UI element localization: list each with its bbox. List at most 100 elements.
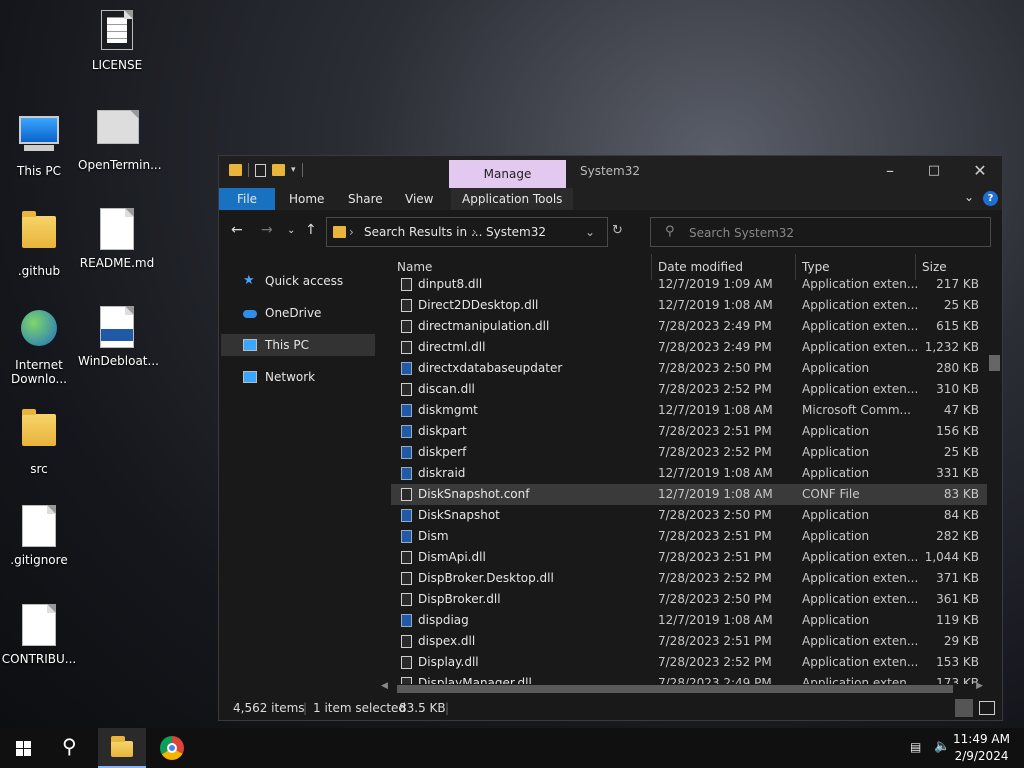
file-row[interactable]: Display.dll 7/28/2023 2:52 PM Application … — [391, 652, 987, 673]
desktop-icon-label: LICENSE — [91, 58, 143, 72]
address-dropdown-chevron-icon[interactable]: ⌄ — [585, 225, 595, 239]
scrollbar-thumb[interactable] — [397, 685, 953, 693]
desktop-icon-gitignore[interactable]: .gitignore — [0, 505, 78, 567]
application-icon — [401, 425, 412, 438]
file-type: Application — [802, 613, 870, 627]
chrome-taskbar-button[interactable] — [148, 728, 196, 768]
file-row[interactable]: directxdatabaseupdater 7/28/2023 2:50 PM A… — [391, 358, 987, 379]
powershell-script-icon — [97, 306, 137, 350]
scrollbar-thumb[interactable] — [989, 355, 1000, 371]
file-date-modified: 12/7/2019 1:08 AM — [658, 487, 773, 501]
file-icon — [401, 656, 412, 669]
file-name: diskmgmt — [418, 403, 478, 417]
nav-item-network[interactable]: Network — [221, 366, 375, 388]
breadcrumb-search-results[interactable]: Search Results in ... — [364, 225, 482, 239]
file-row[interactable]: diskraid 12/7/2019 1:08 AM Application 331 … — [391, 463, 987, 484]
search-box[interactable]: ⚲ — [650, 217, 991, 247]
volume-muted-icon[interactable]: 🔈 — [934, 739, 950, 754]
file-row[interactable]: dispdiag 12/7/2019 1:08 AM Application 119 … — [391, 610, 987, 631]
file-row[interactable]: DismApi.dll 7/28/2023 2:51 PM Application … — [391, 547, 987, 568]
file-type: Application exten... — [802, 340, 919, 354]
up-arrow-icon[interactable]: ↑ — [305, 222, 317, 238]
file-size: 156 KB — [936, 424, 979, 438]
forward-arrow-icon[interactable]: → — [261, 222, 273, 238]
file-row[interactable]: DiskSnapshot.conf 12/7/2019 1:08 AM CONF F… — [391, 484, 987, 505]
desktop-icon-label: This PC — [17, 164, 61, 178]
file-rows: dinput8.dll 12/7/2019 1:09 AM Application … — [391, 274, 987, 684]
file-row[interactable]: discan.dll 7/28/2023 2:52 PM Application e… — [391, 379, 987, 400]
file-row[interactable]: directmanipulation.dll 7/28/2023 2:49 PM A… — [391, 316, 987, 337]
horizontal-scrollbar[interactable]: ◀ ▶ — [379, 681, 985, 695]
desktop-icon-license[interactable]: LICENSE — [78, 10, 156, 72]
nav-item-this-pc[interactable]: This PC — [221, 334, 375, 356]
tab-home[interactable]: Home — [289, 188, 324, 210]
tab-application-tools[interactable]: Application Tools — [451, 188, 574, 210]
file-type: Application — [802, 445, 870, 459]
desktop-icon-openterminal[interactable]: OpenTermin... — [78, 110, 162, 172]
file-date-modified: 7/28/2023 2:51 PM — [658, 634, 772, 648]
nav-item-quick-access[interactable]: ★ Quick access — [221, 270, 375, 292]
scroll-left-arrow-icon[interactable]: ◀ — [381, 681, 388, 691]
windows-logo-icon — [16, 741, 31, 756]
desktop-icon-label: .github — [17, 264, 61, 278]
file-explorer-window: ▾ Manage System32 – □ ✕ File Home Share … — [218, 155, 1003, 721]
file-explorer-taskbar-button[interactable] — [98, 728, 146, 768]
file-row[interactable]: DiskSnapshot 7/28/2023 2:50 PM Application… — [391, 505, 987, 526]
recent-locations-chevron-icon[interactable]: ⌄ — [287, 225, 295, 236]
manage-context-tab[interactable]: Manage — [449, 160, 566, 188]
file-row[interactable]: diskpart 7/28/2023 2:51 PM Application 156 … — [391, 421, 987, 442]
help-icon[interactable]: ? — [983, 191, 998, 206]
clock[interactable]: 11:49 AM 2/9/2024 — [953, 731, 1010, 765]
file-row[interactable]: DispBroker.Desktop.dll 7/28/2023 2:52 PM A… — [391, 568, 987, 589]
file-row[interactable]: Dism 7/28/2023 2:51 PM Application 282 KB — [391, 526, 987, 547]
tab-share[interactable]: Share — [348, 188, 383, 210]
file-row[interactable]: Direct2DDesktop.dll 12/7/2019 1:08 AM Appl… — [391, 295, 987, 316]
column-header-name[interactable]: Name — [397, 260, 432, 274]
file-icon — [401, 341, 412, 354]
desktop-icon-internet-download[interactable]: Internet Downlo... — [0, 306, 78, 386]
file-size: 119 KB — [936, 613, 979, 627]
desktop-icon-this-pc[interactable]: This PC — [0, 110, 78, 178]
large-icons-view-icon[interactable] — [979, 701, 995, 715]
scroll-right-arrow-icon[interactable]: ▶ — [976, 681, 983, 691]
customize-toolbar-dropdown-icon[interactable]: ▾ — [291, 165, 296, 175]
network-icon[interactable]: ▤ — [910, 740, 921, 754]
refresh-icon[interactable]: ↻ — [612, 223, 623, 238]
properties-icon[interactable] — [255, 163, 266, 177]
tab-file[interactable]: File — [219, 188, 275, 210]
file-name: diskperf — [418, 445, 467, 459]
minimize-button[interactable]: – — [867, 156, 913, 188]
desktop-icon-github[interactable]: .github — [0, 208, 78, 278]
file-row[interactable]: directml.dll 7/28/2023 2:49 PM Application… — [391, 337, 987, 358]
start-button[interactable] — [0, 728, 48, 768]
new-folder-icon[interactable] — [272, 164, 285, 176]
desktop-icon-readme[interactable]: README.md — [78, 208, 156, 270]
breadcrumb-system32[interactable]: System32 — [486, 225, 546, 239]
column-header-size[interactable]: Size — [922, 260, 947, 274]
back-arrow-icon[interactable]: ← — [231, 222, 243, 238]
address-bar[interactable]: › Search Results in ... › System32 ⌄ ↻ — [326, 217, 623, 247]
search-input[interactable] — [687, 223, 981, 243]
desktop-icon-src[interactable]: src — [0, 406, 78, 476]
file-icon — [401, 299, 412, 312]
column-header-type[interactable]: Type — [802, 260, 830, 274]
file-row[interactable]: dispex.dll 7/28/2023 2:51 PM Application e… — [391, 631, 987, 652]
item-count: 4,562 items — [233, 701, 305, 715]
title-bar[interactable]: ▾ Manage System32 – □ ✕ — [219, 156, 1002, 188]
column-header-date-modified[interactable]: Date modified — [658, 260, 743, 274]
tab-view[interactable]: View — [405, 188, 433, 210]
application-icon — [401, 362, 412, 375]
file-row[interactable]: diskperf 7/28/2023 2:52 PM Application 25 K… — [391, 442, 987, 463]
maximize-button[interactable]: □ — [911, 156, 957, 188]
search-button[interactable]: ⚲ — [48, 728, 96, 768]
file-row[interactable]: dinput8.dll 12/7/2019 1:09 AM Application … — [391, 274, 987, 295]
file-row[interactable]: DispBroker.dll 7/28/2023 2:50 PM Applicati… — [391, 589, 987, 610]
expand-ribbon-chevron-icon[interactable]: ⌄ — [964, 190, 974, 204]
nav-item-onedrive[interactable]: OneDrive — [221, 302, 375, 324]
desktop-icon-contributing[interactable]: CONTRIBU... — [0, 604, 78, 666]
file-row[interactable]: diskmgmt 12/7/2019 1:08 AM Microsoft Comm.… — [391, 400, 987, 421]
vertical-scrollbar[interactable] — [987, 254, 1002, 684]
desktop-icon-windebloat[interactable]: WinDebloat... — [78, 306, 159, 368]
details-view-icon[interactable] — [955, 699, 973, 717]
close-button[interactable]: ✕ — [957, 156, 1003, 188]
